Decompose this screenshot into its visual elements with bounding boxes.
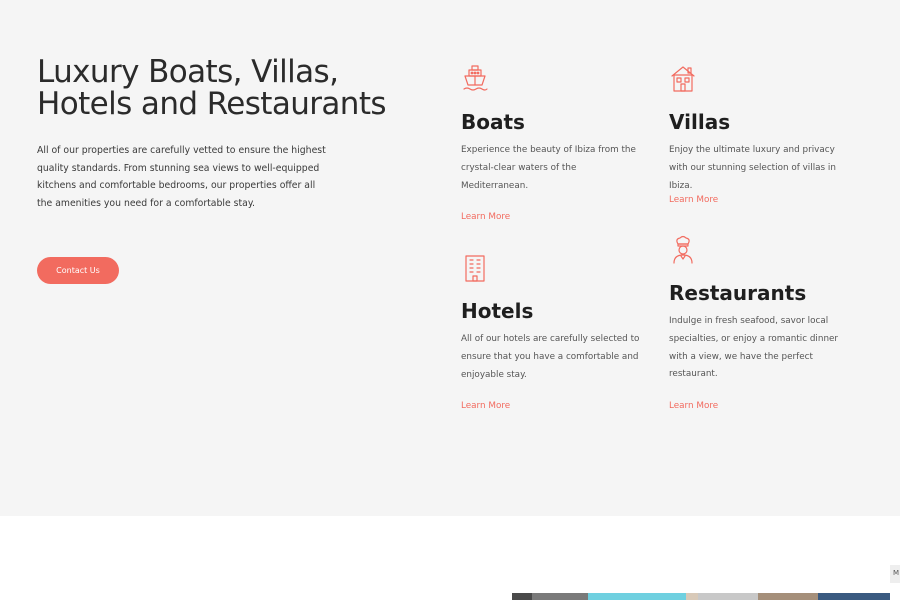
boat-icon bbox=[461, 64, 489, 94]
card-description-hotels: All of our hotels are carefully selected… bbox=[461, 334, 640, 380]
hotel-building-icon bbox=[461, 253, 489, 283]
card-title-hotels: Hotels bbox=[461, 299, 534, 323]
card-title-boats: Boats bbox=[461, 110, 525, 134]
side-tab[interactable]: M bbox=[890, 565, 900, 583]
card-description-villas: Enjoy the ultimate luxury and privacy wi… bbox=[669, 145, 836, 191]
card-description-restaurants: Indulge in fresh seafood, savor local sp… bbox=[669, 316, 839, 380]
learn-more-hotels-link[interactable]: Learn More bbox=[461, 401, 510, 411]
card-title-restaurants: Restaurants bbox=[669, 281, 807, 305]
learn-more-boats-link[interactable]: Learn More bbox=[461, 212, 510, 222]
chef-icon bbox=[669, 235, 697, 265]
gallery-image-strip bbox=[512, 593, 890, 600]
contact-us-button[interactable]: Contact Us bbox=[37, 257, 119, 284]
house-icon bbox=[669, 64, 697, 94]
learn-more-villas-link[interactable]: Learn More bbox=[669, 195, 718, 205]
page-title: Luxury Boats, Villas, Hotels and Restaur… bbox=[37, 54, 387, 122]
hero-section: Luxury Boats, Villas, Hotels and Restaur… bbox=[0, 0, 900, 516]
card-description-boats: Experience the beauty of Ibiza from the … bbox=[461, 145, 636, 191]
card-title-villas: Villas bbox=[669, 110, 731, 134]
learn-more-restaurants-link[interactable]: Learn More bbox=[669, 401, 718, 411]
intro-paragraph: All of our properties are carefully vett… bbox=[37, 145, 326, 209]
